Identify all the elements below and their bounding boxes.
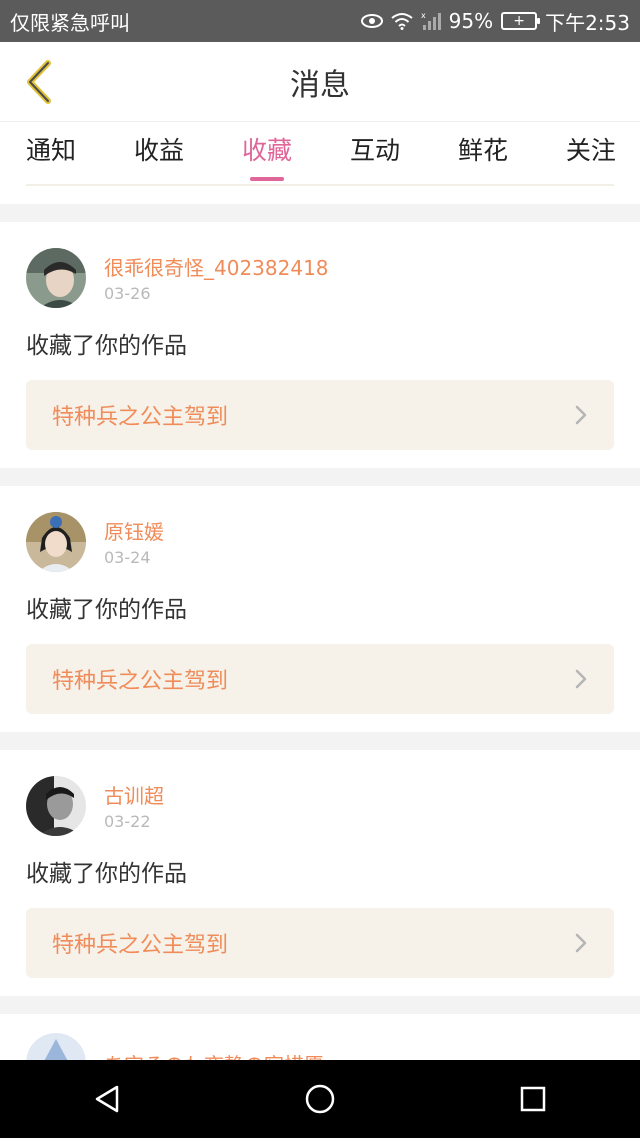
work-title: 特种兵之公主驾到 — [52, 933, 229, 958]
notification-feed[interactable]: 很乖很奇怪_402382418 03-26 收藏了你的作品 特种兵之公主驾到 原… — [0, 204, 640, 1060]
user-meta: 古训超 03-22 — [104, 782, 164, 831]
page-title: 消息 — [290, 67, 350, 103]
back-chevron-icon — [27, 60, 51, 104]
user-meta: あ宝そのわ夜静の寂惜愿 — [104, 1049, 324, 1061]
chevron-right-icon — [575, 933, 587, 953]
tab-bar: 通知 收益 收藏 互动 鲜花 关注 — [0, 122, 640, 186]
home-circle-icon — [305, 1084, 335, 1114]
nav-recents-button[interactable] — [498, 1069, 568, 1129]
status-text: 仅限紧急呼叫 — [10, 10, 130, 35]
user-row: 古训超 03-22 — [26, 776, 614, 836]
nav-back-button[interactable] — [72, 1069, 142, 1129]
work-title: 特种兵之公主驾到 — [52, 669, 229, 694]
battery-icon: + — [501, 12, 541, 30]
chevron-right-icon — [575, 405, 587, 425]
wifi-icon — [391, 12, 413, 30]
timestamp: 03-26 — [104, 283, 151, 303]
user-meta: 很乖很奇怪_402382418 03-26 — [104, 254, 329, 303]
tab-follow[interactable]: 关注 — [566, 131, 616, 177]
work-link[interactable]: 特种兵之公主驾到 — [26, 644, 614, 714]
chevron-right-icon — [575, 669, 587, 689]
recents-square-icon — [521, 1086, 546, 1112]
clock: 下午2:53 — [545, 10, 630, 35]
notification-card: 原钰媛 03-24 收藏了你的作品 特种兵之公主驾到 — [0, 486, 640, 732]
work-link[interactable]: 特种兵之公主驾到 — [26, 908, 614, 978]
battery-percent: 95% — [448, 9, 494, 33]
action-text: 收藏了你的作品 — [26, 861, 187, 887]
avatar[interactable] — [26, 1033, 86, 1060]
user-row: 很乖很奇怪_402382418 03-26 — [26, 248, 614, 308]
tab-divider — [26, 184, 614, 186]
back-triangle-icon — [95, 1085, 118, 1113]
tab-interact[interactable]: 互动 — [350, 131, 400, 177]
eye-icon — [360, 14, 383, 28]
tab-notify[interactable]: 通知 — [26, 131, 76, 177]
action-text: 收藏了你的作品 — [26, 333, 187, 359]
status-bar: 仅限紧急呼叫 x 95% + 下午2:53 — [0, 0, 640, 42]
system-nav-bar — [0, 1060, 640, 1138]
notification-card: 古训超 03-22 收藏了你的作品 特种兵之公主驾到 — [0, 750, 640, 996]
tab-earnings[interactable]: 收益 — [134, 131, 184, 177]
action-text: 收藏了你的作品 — [26, 597, 187, 623]
notification-card: 很乖很奇怪_402382418 03-26 收藏了你的作品 特种兵之公主驾到 — [0, 222, 640, 468]
timestamp: 03-24 — [104, 547, 151, 567]
user-row: 原钰媛 03-24 — [26, 512, 614, 572]
timestamp: 03-22 — [104, 811, 151, 831]
username[interactable]: あ宝そのわ夜静の寂惜愿 — [104, 1049, 324, 1061]
avatar[interactable] — [26, 512, 86, 572]
status-icons: x 95% + 下午2:53 — [360, 7, 630, 36]
header: 消息 — [0, 42, 640, 122]
username[interactable]: 很乖很奇怪_402382418 — [104, 254, 329, 282]
username[interactable]: 古训超 — [104, 782, 164, 810]
nav-home-button[interactable] — [285, 1069, 355, 1129]
signal-icon: x — [421, 11, 441, 31]
tab-favorites[interactable]: 收藏 — [242, 131, 292, 177]
user-meta: 原钰媛 03-24 — [104, 518, 164, 567]
back-button[interactable] — [14, 54, 64, 110]
svg-text:x: x — [421, 11, 426, 20]
tab-flowers[interactable]: 鲜花 — [458, 131, 508, 177]
user-row: あ宝そのわ夜静の寂惜愿 — [26, 1033, 614, 1061]
notification-card-partial: あ宝そのわ夜静の寂惜愿 — [0, 1014, 640, 1060]
work-link[interactable]: 特种兵之公主驾到 — [26, 380, 614, 450]
avatar[interactable] — [26, 248, 86, 308]
work-title: 特种兵之公主驾到 — [52, 405, 229, 430]
username[interactable]: 原钰媛 — [104, 518, 164, 546]
avatar[interactable] — [26, 776, 86, 836]
